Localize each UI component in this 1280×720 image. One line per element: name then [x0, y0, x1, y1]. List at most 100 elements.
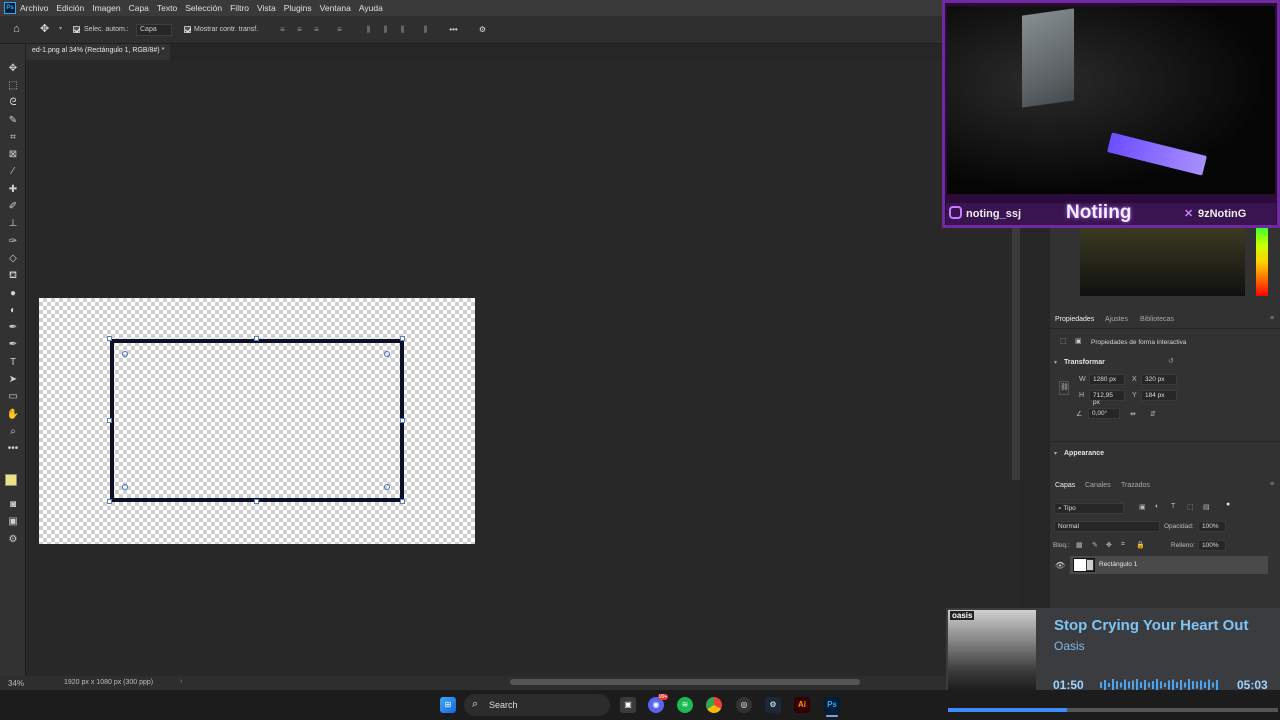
chrome-icon[interactable] — [706, 697, 722, 713]
tab-bibliotecas[interactable]: Bibliotecas — [1140, 316, 1174, 323]
document-tab[interactable]: ed-1.png al 34% (Rectángulo 1, RGB/8#) * — [26, 44, 171, 60]
frame-tool-icon[interactable]: ⊠ — [6, 148, 20, 162]
filter-shape-icon[interactable]: ⬚ — [1187, 503, 1194, 511]
flip-horizontal-icon[interactable]: ⇹ — [1130, 410, 1136, 418]
lock-transparent-icon[interactable]: ▦ — [1076, 541, 1083, 549]
rectangle-tool-icon[interactable]: ▭ — [6, 390, 20, 404]
blend-mode-dropdown[interactable]: Normal — [1054, 521, 1160, 532]
tab-ajustes[interactable]: Ajustes — [1105, 316, 1128, 323]
history-brush-tool-icon[interactable]: ✑ — [6, 235, 20, 249]
lock-image-icon[interactable]: ✎ — [1092, 541, 1098, 549]
link-icon[interactable]: ⛓ — [1059, 381, 1069, 395]
dodge-tool-icon[interactable]: ◐ — [6, 304, 20, 318]
corner-radius-handle[interactable] — [122, 351, 128, 357]
panel-menu-icon[interactable]: ≡ — [1270, 315, 1274, 322]
marquee-tool-icon[interactable]: ⬚ — [6, 79, 20, 93]
photoshop-taskbar-icon[interactable]: Ps — [824, 697, 840, 713]
flip-vertical-icon[interactable]: ⇵ — [1150, 410, 1156, 418]
rectangle-shape[interactable] — [110, 339, 404, 502]
auto-select-checkbox[interactable] — [73, 26, 80, 33]
chevron-down-icon[interactable]: ▾ — [1054, 450, 1057, 457]
filter-type-icon[interactable]: T — [1171, 503, 1175, 510]
spotify-icon[interactable]: ≋ — [677, 697, 693, 713]
illustrator-icon[interactable]: Ai — [794, 697, 810, 713]
transform-handle-br[interactable] — [400, 499, 405, 504]
transform-handle-tr[interactable] — [400, 336, 405, 341]
stamp-tool-icon[interactable]: ⊥ — [6, 217, 20, 231]
align-middle-icon[interactable]: ⫼ — [381, 25, 390, 34]
menu-texto[interactable]: Texto — [157, 3, 177, 13]
chevron-right-icon[interactable]: › — [180, 678, 182, 685]
quick-select-tool-icon[interactable]: ✎ — [6, 114, 20, 128]
menu-ventana[interactable]: Ventana — [320, 3, 351, 13]
more-options-icon[interactable]: ••• — [449, 25, 458, 34]
align-center-icon[interactable]: ≡ — [295, 25, 304, 34]
reset-transform-icon[interactable]: ↺ — [1168, 357, 1174, 365]
eyedropper-tool-icon[interactable]: ⁄ — [6, 165, 20, 179]
lock-position-icon[interactable]: ✥ — [1106, 541, 1112, 549]
foreground-color-swatch[interactable] — [5, 474, 17, 486]
distribute-vertical-icon[interactable]: ⫼ — [421, 25, 430, 34]
windows-start-icon[interactable]: ⊞ — [440, 697, 456, 713]
distribute-icon[interactable]: ≡ — [335, 25, 344, 34]
height-field[interactable]: 712,95 px — [1089, 390, 1125, 406]
gear-icon[interactable]: ⚙ — [478, 25, 487, 34]
menu-vista[interactable]: Vista — [257, 3, 276, 13]
menu-seleccion[interactable]: Selección — [185, 3, 222, 13]
show-transform-checkbox[interactable] — [184, 26, 191, 33]
panel-menu-icon[interactable]: ≡ — [1270, 481, 1274, 488]
chevron-down-icon[interactable]: ▾ — [56, 25, 65, 34]
move-tool-icon[interactable]: ✥ — [6, 62, 20, 76]
steam-icon[interactable]: ⚙ — [765, 697, 781, 713]
hand-tool-icon[interactable]: ✋ — [6, 408, 20, 422]
task-view-icon[interactable]: ▣ — [620, 697, 636, 713]
align-bottom-icon[interactable]: ⫼ — [398, 25, 407, 34]
healing-brush-tool-icon[interactable]: ✚ — [6, 183, 20, 197]
screen-mode-icon[interactable]: ▣ — [6, 515, 20, 529]
zoom-level[interactable]: 34% — [8, 679, 24, 688]
filter-pixel-icon[interactable]: ▣ — [1139, 503, 1146, 511]
transform-handle-tc[interactable] — [254, 336, 259, 341]
y-field[interactable]: 184 px — [1141, 390, 1177, 401]
layer-filter-dropdown[interactable]: ⌕ Tipo — [1054, 503, 1124, 514]
corner-radius-handle[interactable] — [384, 484, 390, 490]
transform-handle-tl[interactable] — [107, 336, 112, 341]
path-select-tool-icon[interactable]: ➤ — [6, 373, 20, 387]
share-icon[interactable]: ⚙ — [6, 533, 20, 547]
obs-icon[interactable]: ◎ — [736, 697, 752, 713]
lasso-tool-icon[interactable]: ᘓ — [6, 96, 20, 110]
appearance-section-title[interactable]: Appearance — [1064, 450, 1104, 457]
layer-row[interactable]: Rectángulo 1 — [1070, 556, 1268, 574]
eye-icon[interactable]: 👁 — [1055, 561, 1065, 570]
zoom-tool-icon[interactable]: ⌕ — [6, 425, 20, 439]
tab-propiedades[interactable]: Propiedades — [1055, 316, 1094, 323]
quick-mask-icon[interactable]: ◙ — [6, 498, 20, 512]
crop-tool-icon[interactable]: ⌗ — [6, 131, 20, 145]
fill-field[interactable]: 100% — [1198, 540, 1226, 551]
x-field[interactable]: 320 px — [1141, 374, 1177, 385]
menu-ayuda[interactable]: Ayuda — [359, 3, 383, 13]
eraser-tool-icon[interactable]: ◇ — [6, 252, 20, 266]
filter-smart-object-icon[interactable]: ▤ — [1203, 503, 1210, 511]
align-left-icon[interactable]: ≡ — [278, 25, 287, 34]
transform-section-title[interactable]: Transformar — [1064, 359, 1105, 366]
paint-bucket-tool-icon[interactable]: ⛾ — [6, 269, 20, 283]
chevron-down-icon[interactable]: ▾ — [1054, 359, 1057, 366]
menu-imagen[interactable]: Imagen — [92, 3, 120, 13]
transform-handle-bc[interactable] — [254, 499, 259, 504]
tab-capas[interactable]: Capas — [1055, 482, 1075, 489]
auto-select-dropdown[interactable]: Capa — [136, 24, 172, 36]
move-tool-icon[interactable]: ✥ — [40, 24, 49, 35]
layer-name[interactable]: Rectángulo 1 — [1099, 561, 1137, 568]
lock-artboard-icon[interactable]: ⌗ — [1121, 541, 1125, 549]
corner-radius-handle[interactable] — [122, 484, 128, 490]
align-top-icon[interactable]: ⫼ — [364, 25, 373, 34]
menu-plugins[interactable]: Plugins — [284, 3, 312, 13]
home-icon[interactable]: ⌂ — [12, 24, 21, 35]
brush-tool-icon[interactable]: ✐ — [6, 200, 20, 214]
pen-tool-icon[interactable]: ✒ — [6, 321, 20, 335]
blur-tool-icon[interactable]: ● — [6, 287, 20, 301]
menu-capa[interactable]: Capa — [129, 3, 149, 13]
taskbar-search[interactable]: ⌕ Search — [464, 694, 610, 716]
align-right-icon[interactable]: ≡ — [312, 25, 321, 34]
